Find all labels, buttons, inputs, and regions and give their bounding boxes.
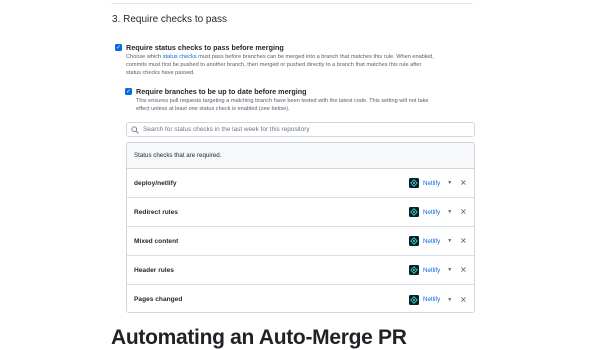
search-input[interactable]: Search for status checks in the last wee… [143,126,310,133]
netlify-icon [409,294,419,305]
description-text: Choose which [126,54,163,60]
status-checks-table: Status checks that are required. deploy/… [126,142,475,313]
provider-selector[interactable]: Netlify ▼ [409,207,452,217]
netlify-icon [409,236,419,246]
next-section-heading: Automating an Auto-Merge PR [111,326,407,349]
chevron-down-icon[interactable]: ▼ [447,180,452,186]
provider-selector[interactable]: Netlify ▼ [409,294,452,305]
description-text: status checks have passed. [126,70,195,76]
netlify-icon [409,178,419,188]
require-status-checks-label[interactable]: Require status checks to pass before mer… [126,43,284,52]
provider-name[interactable]: Netlify [423,267,440,274]
chevron-down-icon[interactable]: ▼ [447,297,452,303]
check-name: Header rules [134,266,174,274]
table-row: Mixed content Netlify ▼ ✕ [127,227,474,256]
table-row: deploy/netlify Netlify ▼ ✕ [127,169,474,198]
provider-name[interactable]: Netlify [423,296,440,303]
table-row: Pages changed Netlify ▼ ✕ [127,285,474,312]
table-row: Header rules Netlify ▼ ✕ [127,256,474,285]
require-status-checks-description: Choose which status checks must pass bef… [126,53,434,77]
require-status-checks-checkbox[interactable]: ✓ [115,44,122,51]
table-row: Redirect rules Netlify ▼ ✕ [127,198,474,227]
top-divider [111,0,473,4]
netlify-icon [409,265,419,275]
close-icon[interactable]: ✕ [460,266,467,275]
close-icon[interactable]: ✕ [460,237,467,246]
description-text: This ensures pull requests targeting a m… [136,98,429,104]
require-status-checks-option[interactable]: ✓ Require status checks to pass before m… [115,43,284,52]
status-checks-link[interactable]: status checks [163,54,197,60]
close-icon[interactable]: ✕ [460,208,467,217]
section-title: 3. Require checks to pass [112,14,228,25]
check-name: Redirect rules [134,208,178,216]
description-text: effect unless at least one status check … [136,106,290,112]
description-text: commits must first be pushed to another … [126,62,422,68]
provider-selector[interactable]: Netlify ▼ [409,265,452,275]
table-header: Status checks that are required. [127,143,474,169]
provider-selector[interactable]: Netlify ▼ [409,178,452,188]
provider-selector[interactable]: Netlify ▼ [409,236,452,246]
chevron-down-icon[interactable]: ▼ [447,209,452,215]
require-up-to-date-description: This ensures pull requests targeting a m… [136,97,429,113]
close-icon[interactable]: ✕ [460,295,467,304]
require-up-to-date-label[interactable]: Require branches to be up to date before… [136,87,307,96]
close-icon[interactable]: ✕ [460,179,467,188]
provider-name[interactable]: Netlify [423,180,440,187]
check-name: Pages changed [134,296,183,303]
require-up-to-date-option[interactable]: ✓ Require branches to be up to date befo… [125,87,307,96]
status-check-search[interactable]: Search for status checks in the last wee… [126,122,475,137]
netlify-icon [409,207,419,217]
chevron-down-icon[interactable]: ▼ [447,238,452,244]
require-up-to-date-checkbox[interactable]: ✓ [125,88,132,95]
chevron-down-icon[interactable]: ▼ [447,267,452,273]
provider-name[interactable]: Netlify [423,238,440,245]
check-name: Mixed content [134,237,179,245]
check-name: deploy/netlify [134,179,177,187]
description-text: must pass before branches can be merged … [196,54,434,60]
provider-name[interactable]: Netlify [423,209,440,216]
search-icon [127,125,143,134]
